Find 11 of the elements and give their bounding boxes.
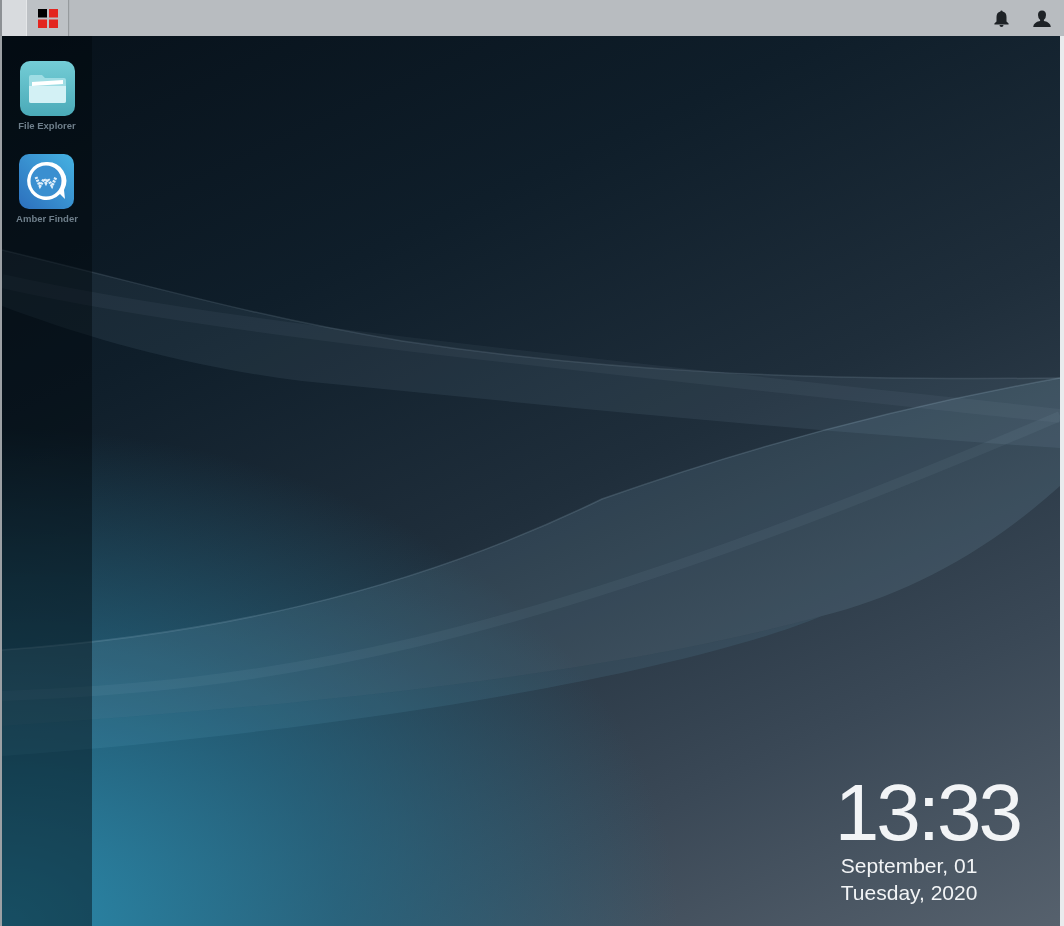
clock-day: Tuesday, 2020 [840,879,978,906]
clock-time: 13:33 [834,774,1020,852]
grid-icon [37,8,58,28]
shortcut-label[interactable]: Amber Finder [16,213,78,225]
clock-date: September, 01 [840,853,978,879]
start-button[interactable] [27,0,68,36]
bell-icon[interactable] [994,9,1009,27]
chat-bubble-icon[interactable] [19,154,75,209]
folder-icon[interactable] [19,61,75,116]
shortcut-label[interactable]: File Explorer [18,120,76,132]
user-icon[interactable] [1033,9,1051,27]
